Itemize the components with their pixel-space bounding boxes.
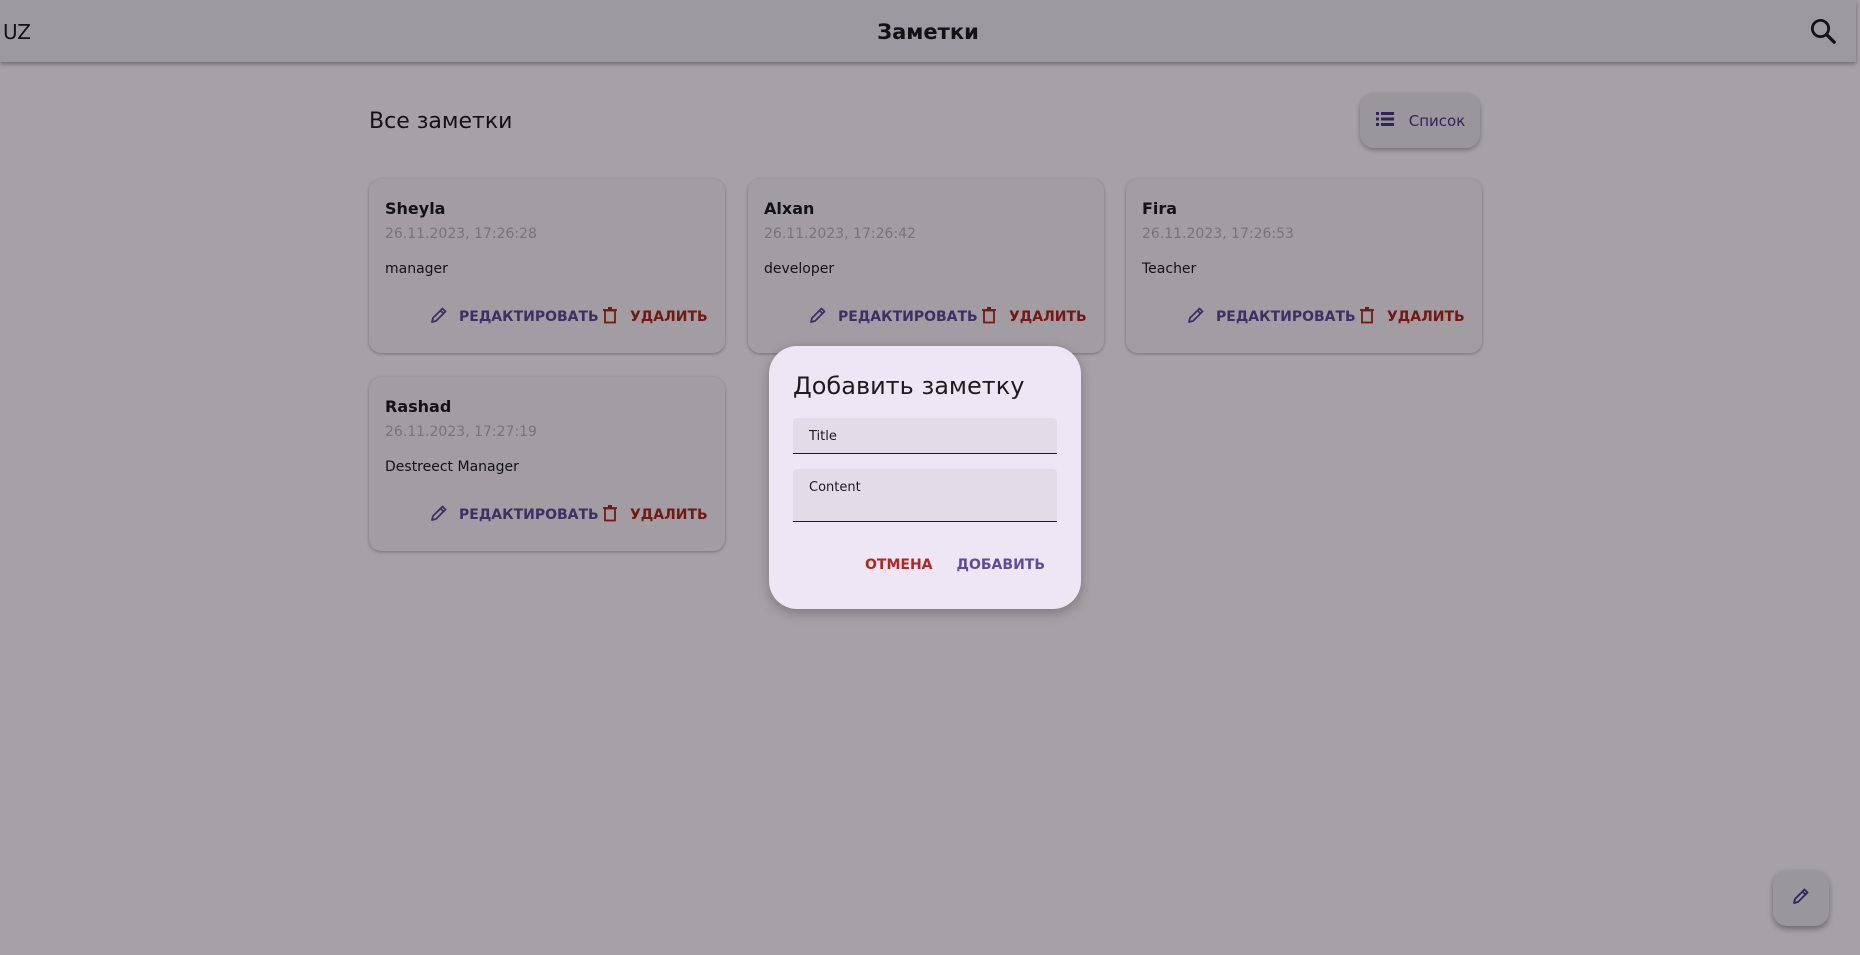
dialog-title: Добавить заметку: [793, 372, 1025, 400]
add-note-dialog: Добавить заметку Title Content ОТМЕНА ДО…: [769, 346, 1081, 609]
content-field[interactable]: Content: [793, 469, 1057, 522]
content-field-label: Content: [809, 480, 861, 495]
add-button[interactable]: ДОБАВИТЬ: [957, 557, 1045, 573]
cancel-button[interactable]: ОТМЕНА: [865, 557, 933, 573]
dialog-actions: ОТМЕНА ДОБАВИТЬ: [865, 557, 1045, 573]
title-field[interactable]: Title: [793, 418, 1057, 454]
title-field-label: Title: [809, 429, 837, 444]
